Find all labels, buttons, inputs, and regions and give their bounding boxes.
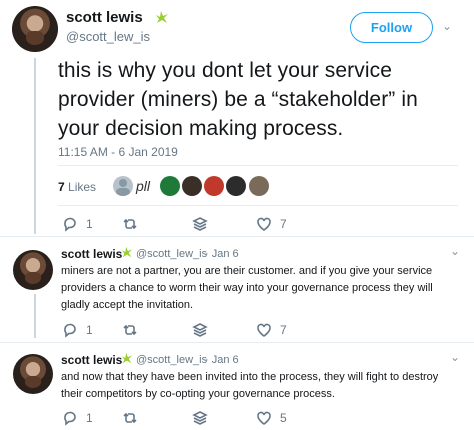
reply-button[interactable]: 1 [62, 216, 93, 232]
reply-icon [64, 323, 76, 338]
heart-icon [257, 217, 271, 231]
retweet-button[interactable] [122, 410, 138, 426]
likes-count: 7 [58, 180, 65, 194]
reply-avatar[interactable] [13, 354, 53, 394]
like-button[interactable]: 5 [256, 410, 287, 426]
reply-author-name[interactable]: scott lewis [61, 247, 122, 261]
reply-icon [64, 217, 76, 232]
liker-avatar[interactable] [226, 176, 246, 196]
reply-text: miners are not a partner, you are their … [61, 265, 433, 311]
divider [0, 342, 474, 343]
liker-avatar[interactable] [160, 176, 180, 196]
chevron-down-icon[interactable]: ⌄ [450, 244, 460, 258]
retweet-button[interactable] [122, 216, 138, 232]
reply-date[interactable]: · Jan 6 [205, 354, 239, 366]
stack-icon [192, 217, 208, 231]
thread-line [34, 294, 36, 338]
reply-author-name[interactable]: scott lewis [61, 353, 122, 367]
divider [0, 236, 474, 237]
reply-handle[interactable]: @scott_lew_is [136, 248, 207, 260]
dm-button[interactable] [192, 216, 208, 232]
like-button[interactable]: 7 [256, 216, 287, 232]
reply-count: 1 [86, 323, 93, 337]
likes-label: Likes [68, 180, 97, 194]
retweet-icon [123, 412, 137, 424]
reply-icon [64, 411, 76, 426]
divider [58, 165, 458, 166]
reply-count: 1 [86, 411, 93, 425]
dm-button[interactable] [192, 322, 208, 338]
like-count: 5 [280, 411, 287, 425]
reply-handle[interactable]: @scott_lew_is [136, 354, 207, 366]
liker-avatar-text[interactable]: pll [136, 178, 150, 194]
liker-avatar[interactable] [113, 176, 133, 196]
dm-button[interactable] [192, 410, 208, 426]
like-count: 7 [280, 217, 287, 231]
reply-date[interactable]: · Jan 6 [205, 248, 239, 260]
stack-icon [192, 411, 208, 425]
reply-text: and now that they have been invited into… [61, 371, 439, 400]
reply-count: 1 [86, 217, 93, 231]
retweet-icon [123, 218, 137, 230]
badge-sparkle-icon [121, 352, 133, 364]
author-handle[interactable]: @scott_lew_is [66, 29, 150, 44]
author-avatar[interactable] [12, 6, 58, 52]
like-button[interactable]: 7 [256, 322, 287, 338]
tweet-timestamp[interactable]: 11:15 AM - 6 Jan 2019 [58, 145, 178, 159]
heart-icon [257, 411, 271, 425]
liker-avatar[interactable] [249, 176, 269, 196]
liker-avatar[interactable] [182, 176, 202, 196]
reply-button[interactable]: 1 [62, 410, 93, 426]
divider [58, 205, 458, 206]
follow-button[interactable]: Follow [350, 12, 433, 43]
likes-summary[interactable]: 7 Likes [58, 177, 96, 197]
badge-sparkle-icon [121, 246, 133, 258]
stack-icon [192, 323, 208, 337]
thread-line [34, 58, 36, 234]
retweet-icon [123, 324, 137, 336]
retweet-button[interactable] [122, 322, 138, 338]
tweet-text: this is why you dont let your service pr… [58, 59, 418, 140]
liker-avatar[interactable] [204, 176, 224, 196]
chevron-down-icon[interactable]: ⌄ [442, 19, 452, 33]
author-name[interactable]: scott lewis [66, 9, 143, 26]
reply-avatar[interactable] [13, 250, 53, 290]
like-count: 7 [280, 323, 287, 337]
reply-button[interactable]: 1 [62, 322, 93, 338]
chevron-down-icon[interactable]: ⌄ [450, 350, 460, 364]
heart-icon [257, 323, 271, 337]
badge-sparkle-icon [156, 11, 168, 23]
